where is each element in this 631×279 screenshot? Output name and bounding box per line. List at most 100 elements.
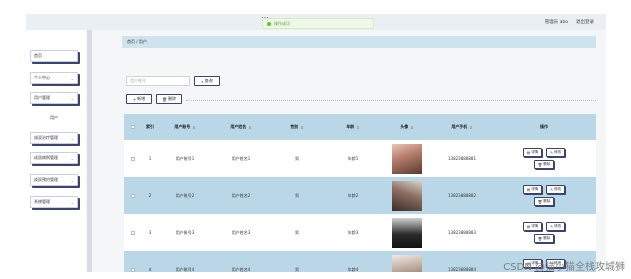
delete-button[interactable]: 🗑删除 (533, 197, 555, 206)
cell-gender: 男 (295, 192, 299, 198)
sidebar-item[interactable]: 个人中心 ⌄ (30, 72, 78, 84)
edit-button[interactable]: ✎ 修改 (546, 222, 566, 231)
cell-age: 年龄2 (347, 192, 359, 198)
detail-button[interactable]: ▤ 详情 (522, 148, 543, 157)
sidebar-item-label: 成双治疗管理 (34, 135, 58, 140)
column-header: 性别 ⇕ (270, 114, 324, 140)
row-checkbox[interactable] (131, 156, 135, 161)
cell-index: 2 (148, 193, 152, 198)
cell-index: 1 (148, 156, 152, 161)
delete-button-label: 删除 (543, 199, 551, 203)
detail-button-label: 详情 (531, 150, 539, 154)
cell-phone: 13823888882 (448, 193, 476, 198)
detail-icon: ▤ (526, 224, 531, 229)
search-icon: ⌕ (201, 78, 204, 84)
success-icon (267, 21, 271, 26)
sidebar-item[interactable]: 系统管理 ⌄ (30, 196, 78, 208)
select-all-checkbox[interactable] (131, 125, 135, 129)
delete-button[interactable]: 🗑删除 (533, 160, 555, 169)
cell-account: 用户账号1 (175, 155, 195, 161)
sidebar-item-label: 首页 (34, 53, 42, 58)
detail-button-label: 详情 (531, 224, 539, 228)
cell-name: 用户姓名4 (231, 266, 251, 272)
cell-phone: 13823888883 (448, 230, 476, 235)
cell-index: 4 (148, 267, 152, 272)
sidebar-item[interactable]: 用户 (30, 112, 78, 124)
row-checkbox[interactable] (131, 230, 135, 235)
table-row: 1 用户账号1 用户姓名1 男年龄1 13823888881 ▤ 详情 ✎ 修改 🗑 删除 (124, 140, 596, 177)
cell-account: 用户账号2 (175, 192, 195, 198)
sidebar-item-label: 成双预约管理 (34, 177, 58, 182)
sidebar-item-label: 用户 (50, 115, 58, 120)
detail-button-label: 详情 (531, 187, 539, 191)
edit-button[interactable]: ✎ 修改 (546, 185, 566, 194)
row-select-cell (124, 251, 142, 272)
sort-icon[interactable]: ⇕ (356, 125, 359, 130)
column-header-label: 性别 (290, 124, 299, 129)
gutter-bar (87, 30, 92, 272)
trash-icon: 🗑 (537, 199, 543, 204)
row-select-cell (124, 214, 142, 251)
avatar (392, 180, 422, 211)
detail-button[interactable]: ▤ 详情 (522, 222, 543, 231)
actions-cell: ▤详情✎修改🗑删除 (492, 177, 596, 214)
edit-button-label: 修改 (554, 187, 562, 191)
cell-age: 年龄1 (347, 155, 359, 161)
sidebar-item[interactable]: 首页 (30, 50, 78, 62)
sidebar: 首页 个人中心 ⌄ 用户管理 ⌄ 用户 成双治疗管理 ⌄ 成双病例管理 ⌄ 成双预约管理 ⌄ 系统管理 ⌄ (26, 30, 86, 272)
search-input[interactable]: 用户账号 (126, 76, 190, 86)
delete-button-label: 删除 (168, 96, 177, 101)
sort-icon[interactable]: ⇕ (469, 125, 472, 130)
row-checkbox[interactable] (131, 267, 135, 272)
search-button-label: 查询 (204, 78, 213, 83)
actions-cell: ▤详情✎修改🗑删除 (492, 214, 596, 251)
cell-gender: 男 (295, 155, 299, 161)
trash-icon: 🗑 (537, 162, 543, 167)
delete-button[interactable]: 🗑删除 (533, 234, 555, 243)
row-checkbox[interactable] (131, 193, 135, 198)
breadcrumb: 首页 / 用户 (122, 36, 596, 48)
delete-button[interactable]: 🗑删除 (156, 94, 182, 104)
sidebar-item[interactable]: 成双预约管理 ⌄ (30, 174, 78, 186)
column-header: 用户账号 ⇕ (158, 114, 212, 140)
edit-button-label: 修改 (554, 224, 562, 228)
detail-button[interactable]: ▤ 详情 (522, 185, 543, 194)
cell-age: 年龄3 (347, 229, 359, 235)
chevron-down-icon: ⌄ (70, 155, 74, 161)
chevron-down-icon: ⌄ (70, 75, 74, 81)
sidebar-item[interactable]: 成双病例管理 ⌄ (30, 152, 78, 164)
sort-icon[interactable]: ⇕ (300, 125, 303, 130)
toolbar-divider (186, 100, 596, 101)
edit-button[interactable]: ✎ 修改 (546, 148, 566, 157)
sidebar-item[interactable]: 用户管理 ⌄ (30, 92, 78, 104)
column-header: 操作 (492, 114, 596, 140)
column-header-label: 用户账号 (174, 124, 191, 129)
avatar (392, 143, 422, 174)
sidebar-item-label: 用户管理 (34, 95, 50, 100)
avatar-cell (382, 214, 432, 251)
search-button[interactable]: ⌕ 查询 (194, 76, 220, 86)
edit-button-label: 修改 (554, 150, 562, 154)
logout-link[interactable]: 退出登录 (576, 19, 594, 25)
chevron-down-icon: ⌄ (70, 135, 74, 141)
top-bar: … 操作成功 管理员 abo 退出登录 (26, 14, 606, 30)
cell-account: 用户账号4 (175, 266, 195, 272)
sidebar-item[interactable]: 成双治疗管理 ⌄ (30, 132, 78, 144)
column-header[interactable] (124, 114, 142, 140)
sort-icon[interactable]: ⇕ (248, 125, 251, 130)
sidebar-item-label: 成双病例管理 (34, 155, 58, 160)
detail-icon: ▤ (526, 150, 531, 155)
chevron-down-icon: ⌄ (70, 177, 74, 183)
table-row: 3 用户账号3 用户姓名3 男年龄3 13823888883 ▤ 详情 ✎ 修改 🗑 删除 (124, 214, 596, 251)
sort-icon[interactable]: ⇕ (410, 125, 413, 130)
add-button[interactable]: + 新增 (126, 94, 152, 104)
user-area: 管理员 abo 退出登录 (545, 19, 594, 25)
cell-gender: 男 (295, 229, 299, 235)
column-header: 头像 ⇕ (382, 114, 432, 140)
user-label: 管理员 abo (544, 20, 568, 25)
avatar (392, 254, 422, 272)
sort-icon[interactable]: ⇕ (192, 125, 195, 130)
chevron-down-icon: ⌄ (70, 199, 74, 205)
side-gutter (86, 30, 110, 272)
column-header: 年龄 ⇕ (324, 114, 382, 140)
